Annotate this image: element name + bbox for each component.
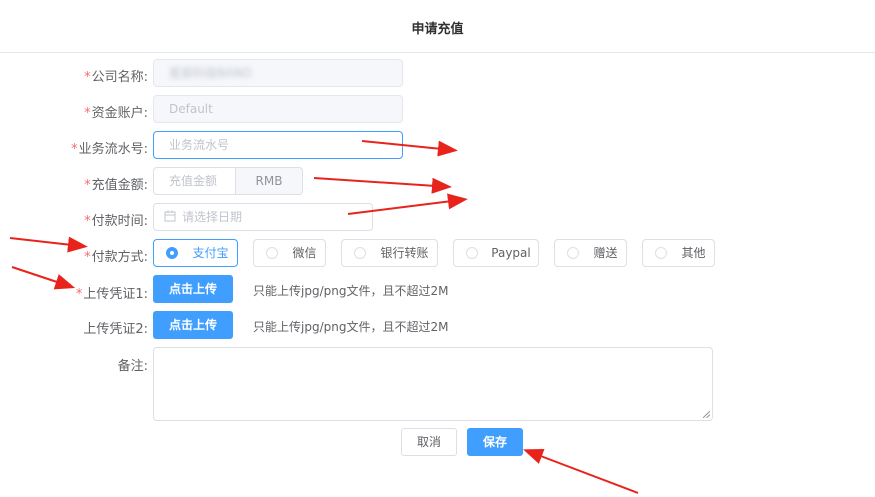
upload2-tip: 只能上传jpg/png文件，且不超过2M (253, 320, 449, 334)
required-mark: * (75, 287, 83, 302)
dialog-title: 申请充值 (411, 22, 464, 37)
radio-icon (655, 247, 667, 259)
radio-icon (354, 247, 366, 259)
pay-method-wechat[interactable]: 微信 (253, 239, 326, 267)
required-mark: * (84, 178, 91, 193)
serial-label: *业务流水号: (71, 142, 148, 157)
arrow-amount (313, 177, 452, 194)
pay-method-other[interactable]: 其他 (642, 239, 715, 267)
save-button[interactable]: 保存 (467, 428, 523, 456)
upload2-button[interactable]: 点击上传 (153, 311, 233, 339)
upload1-label: *上传凭证1: (75, 287, 148, 302)
account-value: Default (169, 102, 213, 116)
upload1-button[interactable]: 点击上传 (153, 275, 233, 303)
pay-method-alipay[interactable]: 支付宝 (153, 239, 238, 267)
remark-textarea[interactable] (153, 347, 713, 421)
pay-time-placeholder: 请选择日期 (182, 210, 243, 224)
amount-input[interactable]: 充值金额 (153, 167, 236, 195)
amount-unit: RMB (236, 167, 303, 195)
arrow-save (523, 448, 639, 494)
serial-placeholder: 业务流水号 (169, 138, 230, 152)
radio-icon (466, 247, 478, 259)
required-mark: * (84, 106, 91, 121)
pay-method-paypal[interactable]: Paypal (453, 239, 539, 267)
company-value: 星辰科技BAND (169, 66, 252, 80)
required-mark: * (84, 70, 91, 85)
required-mark: * (84, 250, 91, 265)
account-field: Default (153, 95, 403, 123)
pay-method-label: *付款方式: (84, 250, 148, 265)
pay-time-label: *付款时间: (84, 214, 148, 229)
upload2-label: 上传凭证2: (83, 322, 148, 337)
company-label: *公司名称: (84, 70, 148, 85)
resize-handle-icon[interactable] (703, 411, 710, 418)
amount-label: *充值金额: (84, 178, 148, 193)
calendar-icon (164, 210, 176, 222)
pay-time-picker[interactable]: 请选择日期 (153, 203, 373, 231)
serial-input[interactable]: 业务流水号 (153, 131, 403, 159)
pay-method-bank-transfer[interactable]: 银行转账 (341, 239, 438, 267)
radio-icon (567, 247, 579, 259)
pay-method-gift[interactable]: 赠送 (554, 239, 627, 267)
required-mark: * (71, 142, 78, 157)
radio-checked-icon (166, 247, 178, 259)
amount-placeholder: 充值金额 (169, 174, 218, 188)
company-field: 星辰科技BAND (153, 59, 403, 87)
arrow-upload1 (11, 266, 76, 290)
arrow-pay-method (9, 236, 88, 253)
dialog-header: 申请充值 (0, 0, 875, 53)
cancel-button[interactable]: 取消 (401, 428, 457, 456)
account-label: *资金账户: (84, 106, 148, 121)
required-mark: * (84, 214, 91, 229)
upload1-tip: 只能上传jpg/png文件，且不超过2M (253, 284, 449, 298)
radio-icon (266, 247, 278, 259)
remark-label: 备注: (117, 359, 148, 374)
